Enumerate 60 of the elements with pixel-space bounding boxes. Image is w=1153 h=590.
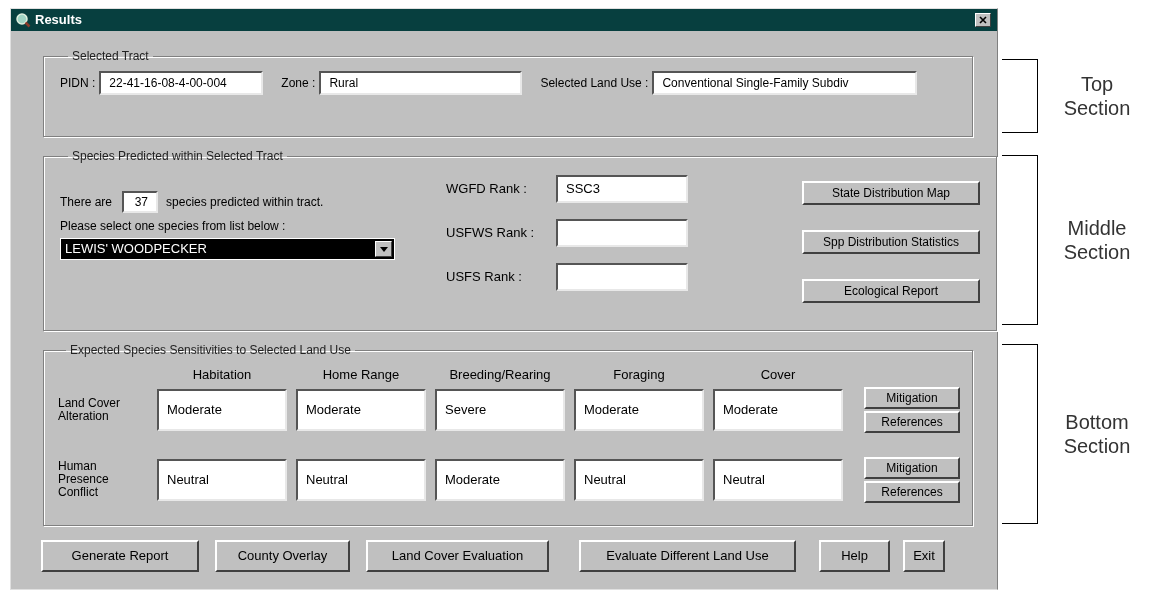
group-title: Selected Tract <box>71 48 150 65</box>
rating-field: Moderate <box>435 458 565 501</box>
action-button[interactable]: Exit <box>903 540 945 572</box>
rating-field: Neutral <box>157 458 287 501</box>
close-button[interactable] <box>975 13 991 27</box>
action-button[interactable]: Evaluate Different Land Use <box>579 540 796 572</box>
dropdown-arrow-button[interactable] <box>375 241 392 257</box>
rank-field[interactable] <box>556 263 688 291</box>
action-button[interactable]: Mitigation <box>864 386 960 409</box>
rank-field[interactable] <box>556 219 688 247</box>
column-header: Breeding/Rearing <box>448 366 552 384</box>
text-field[interactable]: 22-41-16-08-4-00-004 <box>99 71 264 95</box>
field-label: There are <box>60 194 113 211</box>
caret-icon <box>379 246 388 252</box>
field-label: WGFD Rank : <box>446 180 528 199</box>
action-button[interactable]: Mitigation <box>864 456 960 479</box>
window-title: Results <box>35 11 82 30</box>
action-button[interactable]: County Overlay <box>215 540 350 572</box>
rank-field[interactable]: SSC3 <box>556 175 688 203</box>
column-header: Habitation <box>191 366 253 384</box>
action-button[interactable]: Spp Distribution Statistics <box>802 230 980 254</box>
field-label: Selected Land Use : <box>540 75 649 92</box>
rating-field: Moderate <box>574 388 704 431</box>
action-button[interactable]: References <box>864 410 960 433</box>
field-label: species predicted within tract. <box>166 194 324 211</box>
action-button[interactable]: Generate Report <box>41 540 199 572</box>
group-title: Expected Species Sensitivities to Selected Land Use <box>69 342 352 359</box>
field-label: USFS Rank : <box>446 268 523 287</box>
row-label: Human Presence Conflict <box>58 460 110 499</box>
action-button[interactable]: References <box>864 480 960 503</box>
species-dropdown[interactable]: LEWIS' WOODPECKER <box>60 238 395 260</box>
action-button[interactable]: Help <box>819 540 890 572</box>
rating-field: Moderate <box>296 388 426 431</box>
field-label: Zone : <box>281 75 316 92</box>
group-title: Species Predicted within Selected Tract <box>71 148 284 165</box>
rating-field: Moderate <box>157 388 287 431</box>
dropdown-value: LEWIS' WOODPECKER <box>65 240 208 259</box>
field-label: USFWS Rank : <box>446 224 536 243</box>
text-field[interactable]: Rural <box>319 71 523 95</box>
column-header: Home Range <box>321 366 401 384</box>
field-label: PIDN : <box>60 75 96 92</box>
rating-field: Severe <box>435 388 565 431</box>
column-header: Cover <box>759 366 797 384</box>
close-icon <box>979 16 987 24</box>
section-annotation: Bottom Section <box>1062 410 1132 458</box>
row-label: Land Cover Alteration <box>58 396 122 423</box>
column-header: Foraging <box>612 366 666 384</box>
section-annotation: Top Section <box>1062 72 1132 120</box>
text-field[interactable]: Conventional Single-Family Subdiv <box>652 71 918 95</box>
magnifier-icon <box>15 12 31 28</box>
action-button[interactable]: State Distribution Map <box>802 181 980 205</box>
action-button[interactable]: Land Cover Evaluation <box>366 540 549 572</box>
action-button[interactable]: Ecological Report <box>802 279 980 303</box>
field-label: Please select one species from list below : <box>60 219 286 233</box>
rating-field: Neutral <box>713 458 843 501</box>
count-field: 37 <box>122 191 159 213</box>
rating-field: Neutral <box>574 458 704 501</box>
rating-field: Moderate <box>713 388 843 431</box>
rating-field: Neutral <box>296 458 426 501</box>
section-annotation: Middle Section <box>1062 216 1132 264</box>
